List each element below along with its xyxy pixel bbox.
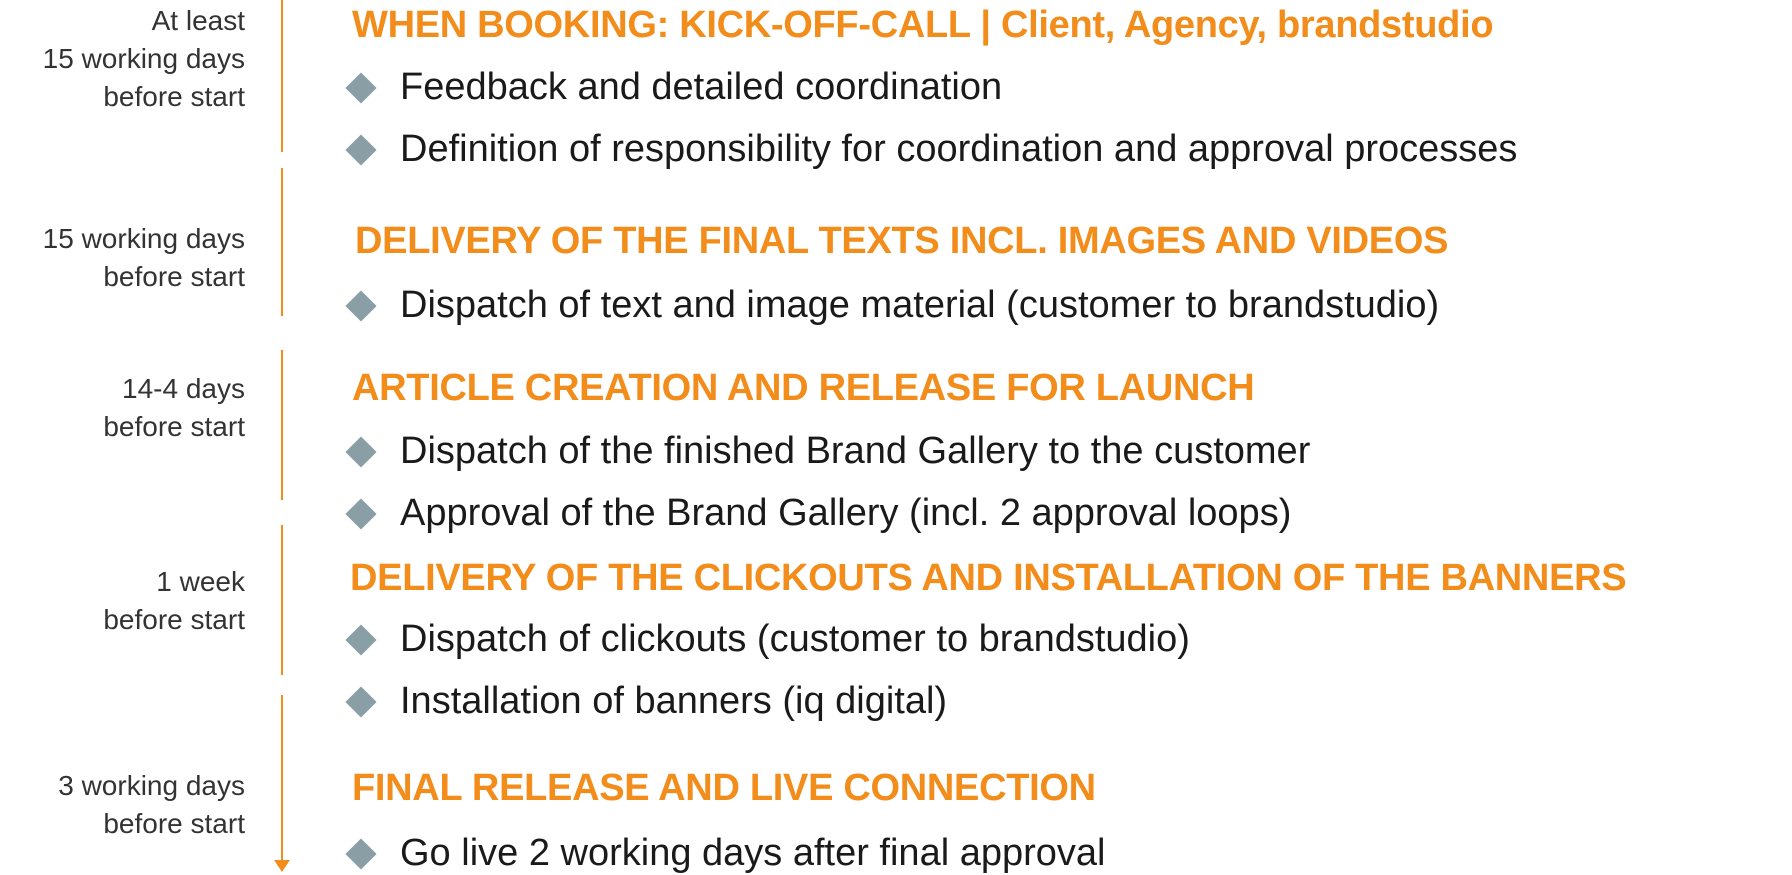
timing-label-2: 15 working days before start (42, 223, 245, 292)
timeline-segment-2 (281, 168, 283, 316)
bullet-item: Go live 2 working days after final appro… (345, 832, 1105, 875)
timing-label-4: 1 week before start (103, 566, 245, 635)
bullet-item: Dispatch of clickouts (customer to brand… (345, 618, 1190, 661)
diamond-bullet-icon (345, 685, 377, 718)
bullet-item: Installation of banners (iq digital) (345, 680, 947, 723)
timing-label-5: 3 working days before start (58, 770, 245, 839)
step-heading-3: ARTICLE CREATION AND RELEASE FOR LAUNCH (352, 367, 1255, 409)
diamond-bullet-icon (345, 435, 377, 468)
step-heading-2: DELIVERY OF THE FINAL TEXTS INCL. IMAGES… (355, 220, 1449, 262)
timeline-segment-3 (281, 350, 283, 500)
step-heading-5: FINAL RELEASE AND LIVE CONNECTION (352, 767, 1096, 809)
timeline-segment-4 (281, 525, 283, 675)
step-heading-1: WHEN BOOKING: KICK-OFF-CALL | Client, Ag… (352, 4, 1494, 46)
arrow-down-icon (274, 860, 290, 872)
diamond-bullet-icon (345, 289, 377, 322)
diamond-bullet-icon (345, 623, 377, 656)
diamond-bullet-icon (345, 497, 377, 530)
timeline-segment-1 (281, 0, 283, 152)
bullet-item: Feedback and detailed coordination (345, 66, 1002, 109)
diamond-bullet-icon (345, 837, 377, 870)
diamond-bullet-icon (345, 71, 377, 104)
timing-label-3: 14-4 days before start (103, 373, 245, 442)
bullet-item: Dispatch of text and image material (cus… (345, 284, 1439, 327)
step-heading-4: DELIVERY OF THE CLICKOUTS AND INSTALLATI… (350, 557, 1627, 599)
timing-label-1: At least 15 working days before start (42, 5, 245, 112)
bullet-item: Approval of the Brand Gallery (incl. 2 a… (345, 492, 1291, 535)
diamond-bullet-icon (345, 133, 377, 166)
bullet-item: Dispatch of the finished Brand Gallery t… (345, 430, 1310, 473)
timeline-segment-5 (281, 695, 283, 860)
bullet-item: Definition of responsibility for coordin… (345, 128, 1517, 171)
